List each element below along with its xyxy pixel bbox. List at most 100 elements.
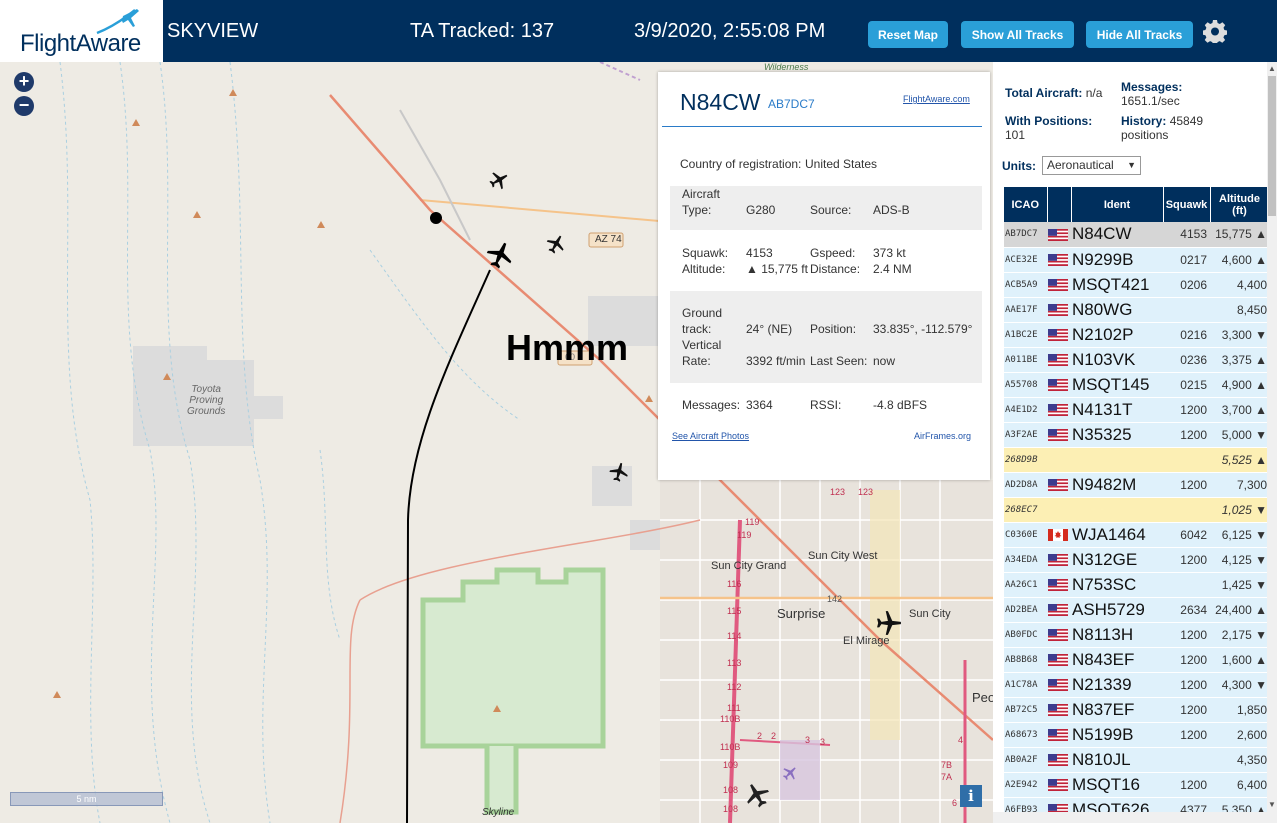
table-header: ICAO Ident Squawk Altitude (ft) — [1004, 187, 1270, 222]
row-flag — [1047, 647, 1071, 673]
aircraft-photos-link[interactable]: See Aircraft Photos — [672, 431, 749, 441]
zoom-out-button[interactable]: − — [14, 96, 34, 116]
table-row[interactable]: A4E1D2 N4131T 1200 3,700 ▲ — [1004, 397, 1269, 423]
messages-rate-label: Messages: — [1121, 80, 1183, 94]
table-row[interactable]: A55708 MSQT145 0215 4,900 ▲ — [1004, 372, 1269, 398]
with-positions-stat: With Positions: 101 — [1005, 114, 1092, 142]
history-label: History: — [1121, 114, 1167, 128]
col-altitude[interactable]: Altitude (ft) — [1210, 187, 1270, 222]
road-number: 110B — [720, 742, 741, 752]
selected-aircraft-icon[interactable] — [486, 238, 514, 272]
row-icao: AD2D8A — [1004, 472, 1047, 498]
gear-icon[interactable] — [1203, 19, 1227, 43]
row-flag — [1047, 347, 1071, 373]
road-number: 123 — [830, 487, 846, 497]
position-value: 33.835°, -112.579° — [873, 322, 973, 336]
table-row[interactable]: C0360E WJA1464 6042 6,125 ▼ — [1004, 522, 1269, 548]
table-row[interactable]: AA26C1 N753SC 1,425 ▼ — [1004, 572, 1269, 598]
zoom-in-button[interactable]: + — [14, 72, 34, 92]
table-row[interactable]: AB0A2F N810JL 4,350 — [1004, 747, 1269, 773]
table-row[interactable]: A34EDA N312GE 1200 4,125 ▼ — [1004, 547, 1269, 573]
scroll-up-icon[interactable]: ▲ — [1268, 64, 1276, 73]
row-squawk — [1163, 447, 1210, 473]
flightaware-logo[interactable]: FlightAware — [0, 0, 163, 62]
row-altitude: 4,600 ▲ — [1210, 247, 1269, 273]
history-unit: positions — [1121, 128, 1169, 142]
tracked-count: TA Tracked: 137 — [410, 20, 555, 42]
table-row[interactable]: AB7DC7 N84CW 4153 15,775 ▲ — [1004, 222, 1269, 248]
distance-value: 2.4 NM — [873, 262, 912, 276]
table-row[interactable]: A1BC2E N2102P 0216 3,300 ▼ — [1004, 322, 1269, 348]
col-flag[interactable] — [1047, 187, 1072, 222]
us-flag-icon — [1048, 379, 1068, 392]
aircraft-icon[interactable] — [489, 170, 509, 190]
table-row[interactable]: A011BE N103VK 0236 3,375 ▲ — [1004, 347, 1269, 373]
row-flag — [1047, 572, 1071, 598]
row-flag — [1047, 772, 1071, 798]
col-ident[interactable]: Ident — [1071, 187, 1164, 222]
info-button[interactable]: i — [960, 785, 982, 807]
table-row[interactable]: A68673 N5199B 1200 2,600 — [1004, 722, 1269, 748]
row-ident: N35325 — [1071, 422, 1163, 448]
row-ident: N9482M — [1071, 472, 1163, 498]
units-select[interactable]: Aeronautical ▼ — [1042, 156, 1141, 175]
table-row[interactable]: A1C78A N21339 1200 4,300 ▼ — [1004, 672, 1269, 698]
messages-value: 3364 — [746, 398, 773, 412]
vertical-scrollbar[interactable]: ▲ ▼ — [1267, 62, 1277, 823]
row-flag — [1047, 547, 1071, 573]
aircraft-icon[interactable] — [609, 461, 629, 483]
row-icao: A34EDA — [1004, 547, 1047, 573]
table-row[interactable]: 268EC7 1,025 ▼ — [1004, 497, 1269, 523]
flightaware-link[interactable]: FlightAware.com — [903, 94, 970, 104]
row-squawk: 1200 — [1163, 672, 1210, 698]
aircraft-icon[interactable] — [876, 610, 902, 636]
road-number: 112 — [727, 682, 742, 692]
table-row[interactable]: ACB5A9 MSQT421 0206 4,400 — [1004, 272, 1269, 298]
table-row[interactable]: ACE32E N9299B 0217 4,600 ▲ — [1004, 247, 1269, 273]
road-number: 2 — [757, 731, 763, 741]
row-squawk: 1200 — [1163, 722, 1210, 748]
row-squawk — [1163, 747, 1210, 773]
horizontal-scrollbar[interactable] — [993, 812, 1267, 823]
reset-map-button[interactable]: Reset Map — [868, 21, 948, 48]
label-sun-city: Sun City — [909, 608, 951, 620]
col-squawk[interactable]: Squawk — [1163, 187, 1211, 222]
road-number: 3 — [820, 737, 826, 747]
airframes-link[interactable]: AirFrames.org — [914, 431, 971, 441]
table-row[interactable]: A2E942 MSQT16 1200 6,400 — [1004, 772, 1269, 798]
table-row[interactable]: AB8B68 N843EF 1200 1,600 ▲ — [1004, 647, 1269, 673]
us-flag-icon — [1048, 329, 1068, 342]
scroll-down-icon[interactable]: ▼ — [1268, 800, 1276, 809]
table-row[interactable]: AB0FDC N8113H 1200 2,175 ▼ — [1004, 622, 1269, 648]
table-row[interactable]: AD2BEA ASH5729 2634 24,400 ▲ — [1004, 597, 1269, 623]
us-flag-icon — [1048, 229, 1068, 242]
row-ident: N4131T — [1071, 397, 1163, 423]
us-flag-icon — [1048, 704, 1068, 717]
aircraft-detail-popup: N84CW AB7DC7 FlightAware.com Country of … — [658, 72, 990, 480]
dropdown-arrow-icon: ▼ — [1127, 160, 1136, 170]
table-row[interactable]: A3F2AE N35325 1200 5,000 ▼ — [1004, 422, 1269, 448]
scroll-thumb[interactable] — [1268, 76, 1276, 216]
us-flag-icon — [1048, 779, 1068, 792]
popup-icao[interactable]: AB7DC7 — [768, 97, 815, 111]
row-altitude: 4,125 ▼ — [1210, 547, 1269, 573]
row-squawk: 1200 — [1163, 397, 1210, 423]
table-row[interactable]: AB72C5 N837EF 1200 1,850 — [1004, 697, 1269, 723]
us-flag-icon — [1048, 654, 1068, 667]
aircraft-icon[interactable] — [546, 234, 566, 254]
hide-all-tracks-button[interactable]: Hide All Tracks — [1086, 21, 1193, 48]
col-icao[interactable]: ICAO — [1004, 187, 1048, 222]
table-row[interactable]: AD2D8A N9482M 1200 7,300 — [1004, 472, 1269, 498]
aircraft-icon[interactable] — [744, 782, 770, 808]
table-row[interactable]: 268D9B 5,525 ▲ — [1004, 447, 1269, 473]
table-row[interactable]: AAE17F N80WG 8,450 — [1004, 297, 1269, 323]
row-ident: N21339 — [1071, 672, 1163, 698]
row-ident: MSQT145 — [1071, 372, 1163, 398]
country-label: Country of registration: — [680, 157, 802, 171]
show-all-tracks-button[interactable]: Show All Tracks — [961, 21, 1074, 48]
squawk-label: Squawk: — [682, 246, 729, 260]
rssi-label: RSSI: — [810, 398, 842, 412]
row-icao: AB72C5 — [1004, 697, 1047, 723]
type-label-l2: Type: — [682, 203, 712, 217]
row-flag — [1047, 522, 1071, 548]
